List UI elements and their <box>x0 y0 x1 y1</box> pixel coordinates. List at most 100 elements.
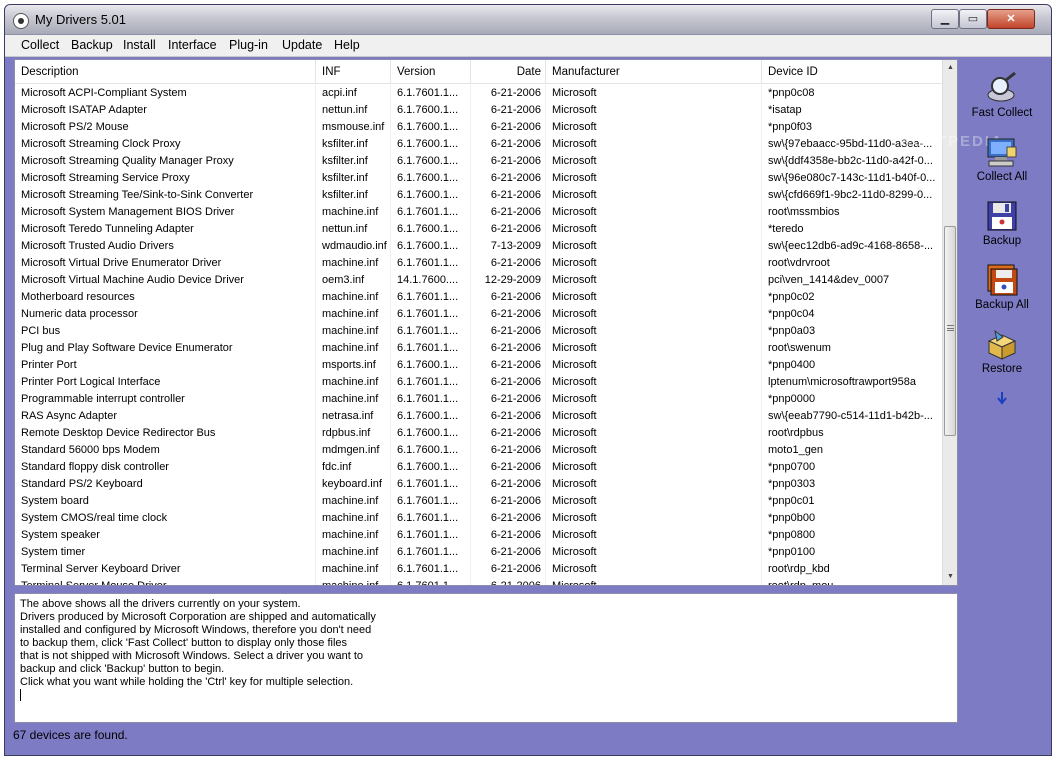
cell-description: System CMOS/real time clock <box>15 510 316 527</box>
menu-update[interactable]: Update <box>282 38 322 52</box>
table-row[interactable]: Motherboard resources machine.inf 6.1.7601… <box>15 289 942 306</box>
table-row[interactable]: System CMOS/real time clock machine.inf 6.… <box>15 510 942 527</box>
info-textarea[interactable]: The above shows all the drivers currentl… <box>14 593 958 723</box>
column-header-date[interactable]: Date <box>471 60 546 84</box>
table-row[interactable]: Standard 56000 bps Modem mdmgen.inf 6.1.76… <box>15 442 942 459</box>
cell-manufacturer: Microsoft <box>546 119 762 136</box>
cell-date: 6-21-2006 <box>471 136 546 153</box>
cell-description: Programmable interrupt controller <box>15 391 316 408</box>
table-row[interactable]: Microsoft Streaming Tee/Sink-to-Sink Con… <box>15 187 942 204</box>
cell-manufacturer: Microsoft <box>546 408 762 425</box>
table-row[interactable]: RAS Async Adapter netrasa.inf 6.1.7600.1..… <box>15 408 942 425</box>
cell-manufacturer: Microsoft <box>546 544 762 561</box>
cell-description: Microsoft Teredo Tunneling Adapter <box>15 221 316 238</box>
right-toolbar: Fast Collect Collect All Backup Backup A… <box>959 61 1051 461</box>
table-row[interactable]: Microsoft PS/2 Mouse msmouse.inf 6.1.7600.… <box>15 119 942 136</box>
cell-date: 6-21-2006 <box>471 561 546 578</box>
collect-all-button[interactable]: Collect All <box>959 131 1045 191</box>
menu-install[interactable]: Install <box>123 38 156 52</box>
fast-collect-button[interactable]: Fast Collect <box>959 67 1045 127</box>
table-row[interactable]: Remote Desktop Device Redirector Bus rdpb… <box>15 425 942 442</box>
scroll-up-icon[interactable]: ▲ <box>943 60 957 76</box>
cell-description: PCI bus <box>15 323 316 340</box>
cell-manufacturer: Microsoft <box>546 425 762 442</box>
table-row[interactable]: Plug and Play Software Device Enumerator… <box>15 340 942 357</box>
cell-manufacturer: Microsoft <box>546 85 762 102</box>
table-row[interactable]: Microsoft ISATAP Adapter nettun.inf 6.1.76… <box>15 102 942 119</box>
cell-version: 6.1.7600.1... <box>391 408 471 425</box>
scroll-thumb[interactable] <box>944 226 956 436</box>
cell-manufacturer: Microsoft <box>546 272 762 289</box>
table-row[interactable]: Microsoft Virtual Machine Audio Device D… <box>15 272 942 289</box>
main-window: My Drivers 5.01 ▁ ▭ ✕ Collect Backup Ins… <box>4 4 1052 756</box>
cell-date: 6-21-2006 <box>471 153 546 170</box>
cell-device-id: *pnp0000 <box>768 393 816 405</box>
cell-manufacturer: Microsoft <box>546 493 762 510</box>
cell-manufacturer: Microsoft <box>546 170 762 187</box>
cell-device-id: sw\{ddf4358e-bb2c-11d0-a42f-0... <box>768 155 933 167</box>
cell-version: 6.1.7600.1... <box>391 119 471 136</box>
table-row[interactable]: Numeric data processor machine.inf 6.1.760… <box>15 306 942 323</box>
more-arrow-icon[interactable] <box>995 391 1009 405</box>
menu-help[interactable]: Help <box>334 38 360 52</box>
cell-description: System speaker <box>15 527 316 544</box>
table-row[interactable]: Microsoft Streaming Quality Manager Prox… <box>15 153 942 170</box>
backup-all-label: Backup All <box>975 299 1029 311</box>
table-row[interactable]: Standard PS/2 Keyboard keyboard.inf 6.1.76… <box>15 476 942 493</box>
cell-manufacturer: Microsoft <box>546 323 762 340</box>
cell-inf: fdc.inf <box>316 459 391 476</box>
backup-all-button[interactable]: Backup All <box>959 259 1045 319</box>
table-row[interactable]: Microsoft Teredo Tunneling Adapter nettun… <box>15 221 942 238</box>
scroll-down-icon[interactable]: ▼ <box>943 569 957 585</box>
column-header-description[interactable]: Description <box>15 60 316 84</box>
column-header-version[interactable]: Version <box>391 60 471 84</box>
title-bar[interactable]: My Drivers 5.01 ▁ ▭ ✕ <box>5 5 1051 35</box>
menu-plug-in[interactable]: Plug-in <box>229 38 268 52</box>
cell-date: 6-21-2006 <box>471 391 546 408</box>
table-row[interactable]: Terminal Server Mouse Drivermachine.inf6… <box>15 578 942 585</box>
column-header-device-id[interactable]: Device ID <box>762 60 942 84</box>
cell-date: 6-21-2006 <box>471 102 546 119</box>
cell-description: Motherboard resources <box>15 289 316 306</box>
backup-button[interactable]: Backup <box>959 195 1045 255</box>
cell-date: 6-21-2006 <box>471 442 546 459</box>
cell-inf: machine.inf <box>316 493 391 510</box>
cell-version: 6.1.7600.1... <box>391 153 471 170</box>
menu-interface[interactable]: Interface <box>168 38 217 52</box>
restore-button[interactable]: Restore <box>959 323 1045 383</box>
minimize-button[interactable]: ▁ <box>931 9 959 29</box>
column-header-manufacturer[interactable]: Manufacturer <box>546 60 762 84</box>
table-row[interactable]: Programmable interrupt controller machine… <box>15 391 942 408</box>
cell-inf: machine.inf <box>316 204 391 221</box>
cell-manufacturer: Microsoft <box>546 340 762 357</box>
table-row[interactable]: Microsoft Streaming Service Proxy ksfilte… <box>15 170 942 187</box>
menu-backup[interactable]: Backup <box>71 38 113 52</box>
close-button[interactable]: ✕ <box>987 9 1035 29</box>
table-row[interactable]: Terminal Server Keyboard Driver machine.i… <box>15 561 942 578</box>
maximize-button[interactable]: ▭ <box>959 9 987 29</box>
table-row[interactable]: System timer machine.inf 6.1.7601.1... 6-21… <box>15 544 942 561</box>
info-line: backup and click 'Backup' button to begi… <box>20 663 225 675</box>
info-line: The above shows all the drivers currentl… <box>20 598 301 610</box>
table-row[interactable]: Printer Port msports.inf 6.1.7600.1... 6-21… <box>15 357 942 374</box>
menu-collect[interactable]: Collect <box>21 38 59 52</box>
table-row[interactable]: Printer Port Logical Interface machine.in… <box>15 374 942 391</box>
table-row[interactable]: Microsoft ACPI-Compliant System acpi.inf 6… <box>15 85 942 102</box>
table-row[interactable]: Microsoft Virtual Drive Enumerator Drive… <box>15 255 942 272</box>
table-row[interactable]: Microsoft System Management BIOS Driver m… <box>15 204 942 221</box>
table-row[interactable]: System board machine.inf 6.1.7601.1... 6-21… <box>15 493 942 510</box>
cell-version: 6.1.7601.1... <box>391 561 471 578</box>
table-row[interactable]: Standard floppy disk controller fdc.inf 6.… <box>15 459 942 476</box>
table-row[interactable]: PCI bus machine.inf 6.1.7601.1... 6-21-2006… <box>15 323 942 340</box>
cell-inf: ksfilter.inf <box>316 153 391 170</box>
table-row[interactable]: Microsoft Trusted Audio Drivers wdmaudio.… <box>15 238 942 255</box>
info-line: to backup them, click 'Fast Collect' but… <box>20 637 348 649</box>
driver-list[interactable]: Description INF Version Date Manufacture… <box>14 59 958 586</box>
table-row[interactable]: System speaker machine.inf 6.1.7601.1... 6-… <box>15 527 942 544</box>
cell-description: Remote Desktop Device Redirector Bus <box>15 425 316 442</box>
cell-version: 6.1.7600.1... <box>391 187 471 204</box>
column-header-inf[interactable]: INF <box>316 60 391 84</box>
table-row[interactable]: Microsoft Streaming Clock Proxy ksfilter.… <box>15 136 942 153</box>
cell-description: Printer Port <box>15 357 316 374</box>
cell-description: Microsoft Trusted Audio Drivers <box>15 238 316 255</box>
